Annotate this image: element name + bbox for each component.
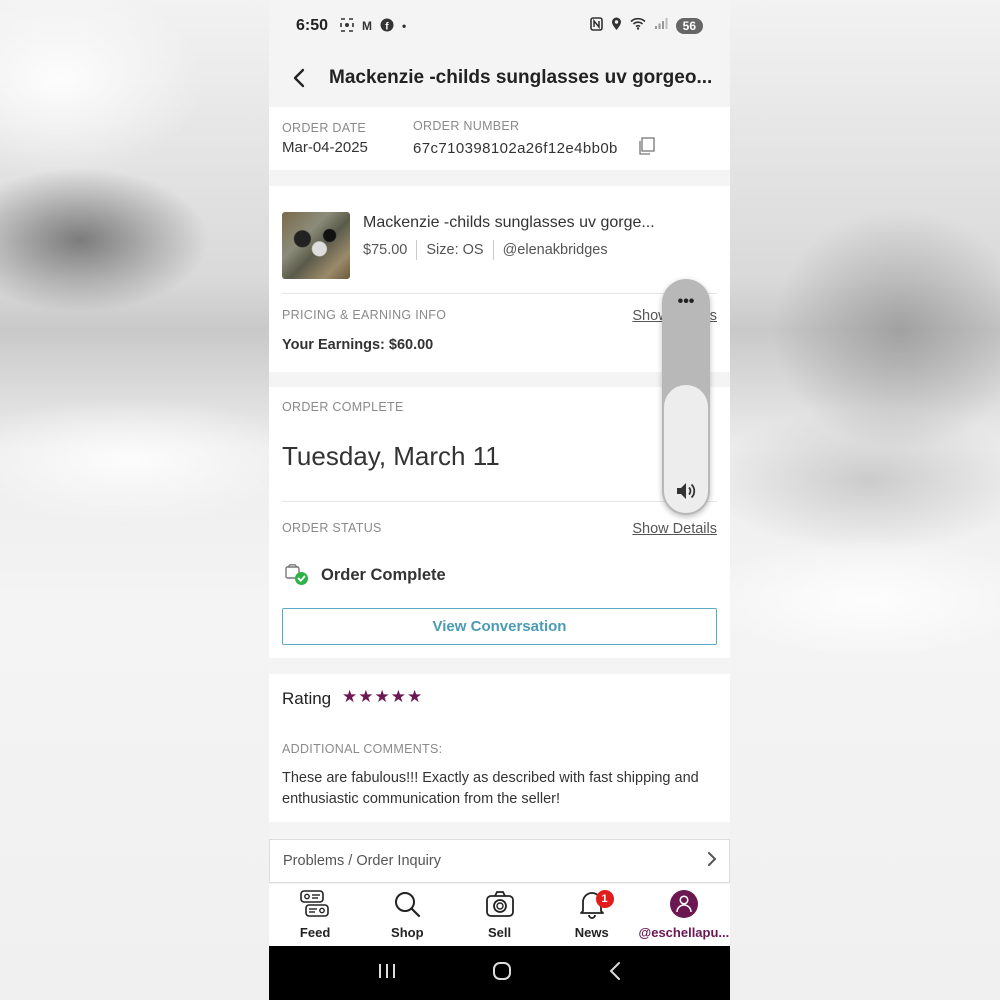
item-thumbnail[interactable]: [282, 212, 350, 279]
android-navigation-bar: [269, 946, 730, 1000]
app-header: Mackenzie -childs sunglasses uv gorgeo..…: [269, 52, 730, 104]
status-right: 56: [589, 16, 703, 36]
speaker-icon[interactable]: [674, 479, 698, 503]
divider: [282, 293, 717, 294]
item-meta: $75.00 Size: OS @elenakbridges: [363, 240, 608, 260]
location-icon: [611, 17, 622, 36]
meta-divider: [416, 240, 418, 260]
rating-label: Rating: [282, 689, 332, 708]
avatar-icon: [668, 888, 700, 920]
dot-icon: •: [402, 19, 407, 33]
order-status-text: Order Complete: [321, 566, 446, 584]
item-section: Mackenzie -childs sunglasses uv gorge...…: [269, 186, 730, 372]
battery-level: 56: [682, 19, 696, 33]
wifi-icon: [630, 17, 646, 35]
order-date-block: ORDER DATE Mar-04-2025: [282, 121, 368, 156]
order-complete-date: Tuesday, March 11: [282, 441, 500, 471]
meta-divider: [492, 240, 494, 260]
nav-profile[interactable]: @eschellapu...: [638, 884, 730, 946]
additional-comments-text: These are fabulous!!! Exactly as describ…: [282, 770, 699, 807]
star-icon: ★: [374, 687, 390, 706]
divider: [282, 501, 717, 502]
back-icon[interactable]: [608, 961, 622, 986]
order-complete-check-icon: [285, 564, 309, 586]
item-price: $75.00: [363, 242, 408, 258]
avatar: [669, 890, 698, 918]
star-icon: ★: [342, 687, 358, 706]
signal-icon: [654, 17, 668, 35]
nav-news[interactable]: 1 News: [546, 884, 638, 946]
nfc-icon: [589, 16, 603, 36]
order-status-show-details-link[interactable]: Show Details: [632, 521, 717, 537]
rating-stars: ★ ★ ★ ★ ★: [342, 687, 422, 707]
status-time: 6:50: [296, 17, 329, 34]
view-conversation-button[interactable]: View Conversation: [282, 608, 717, 645]
star-icon: ★: [407, 687, 423, 706]
search-icon: [391, 888, 423, 920]
item-title[interactable]: Mackenzie -childs sunglasses uv gorge...: [363, 214, 703, 232]
status-bar: 6:50 M f • 56: [269, 0, 730, 52]
order-complete-label: ORDER COMPLETE: [282, 400, 404, 414]
rating-section: Rating ★ ★ ★ ★ ★ ADDITIONAL COMMENTS: These …: [269, 674, 730, 822]
nav-feed-label: Feed: [299, 925, 331, 940]
nav-shop-label: Shop: [391, 925, 424, 940]
copy-icon[interactable]: [637, 137, 655, 160]
your-earnings: Your Earnings: $60.00: [282, 337, 434, 353]
facebook-icon: f: [380, 18, 394, 35]
camera-icon: [484, 888, 516, 920]
phone-screen: 6:50 M f • 56 Mackenzie -childs sunglass…: [269, 0, 730, 1000]
chevron-right-icon: [707, 851, 717, 872]
order-number-value: 67c710398102a26f12e4bb0b: [413, 140, 618, 157]
order-number-block: ORDER NUMBER 67c710398102a26f12e4bb0b: [413, 119, 618, 157]
bottom-navigation: Feed Shop Sell 1 News @eschellapu...: [269, 884, 730, 946]
battery-indicator: 56: [675, 18, 703, 34]
problems-order-inquiry-row[interactable]: Problems / Order Inquiry: [269, 839, 730, 883]
nav-feed[interactable]: Feed: [269, 884, 361, 946]
back-arrow-icon[interactable]: [286, 65, 312, 91]
volume-slider[interactable]: •••: [662, 279, 710, 515]
order-complete-section: ORDER COMPLETE Tuesday, March 11 ORDER S…: [269, 387, 730, 658]
nav-news-label: News: [574, 925, 609, 940]
star-icon: ★: [390, 687, 406, 706]
additional-comments-label: ADDITIONAL COMMENTS:: [282, 742, 443, 756]
notification-badge: 1: [595, 890, 614, 908]
nav-profile-label: @eschellapu...: [638, 925, 730, 940]
order-number-label: ORDER NUMBER: [413, 119, 520, 133]
gmail-icon: M: [362, 19, 373, 33]
page-title: Mackenzie -childs sunglasses uv gorgeo..…: [329, 67, 713, 88]
problems-order-inquiry-label: Problems / Order Inquiry: [283, 853, 441, 869]
seller-username[interactable]: @elenakbridges: [503, 242, 608, 258]
nav-shop[interactable]: Shop: [361, 884, 453, 946]
star-icon: ★: [358, 687, 374, 706]
item-size: Size: OS: [426, 242, 484, 258]
nav-sell-label: Sell: [487, 925, 512, 940]
order-date-value: Mar-04-2025: [282, 139, 368, 156]
order-info-section: ORDER DATE Mar-04-2025 ORDER NUMBER 67c7…: [269, 107, 730, 170]
order-status-label: ORDER STATUS: [282, 521, 382, 535]
order-date-label: ORDER DATE: [282, 121, 367, 135]
feed-icon: [299, 888, 331, 920]
recent-apps-icon[interactable]: [377, 962, 397, 985]
pricing-earning-label: PRICING & EARNING INFO: [282, 308, 447, 322]
home-icon[interactable]: [492, 961, 512, 986]
more-options-icon[interactable]: •••: [662, 293, 710, 311]
screenshot-icon: [340, 17, 354, 35]
nav-sell[interactable]: Sell: [453, 884, 545, 946]
